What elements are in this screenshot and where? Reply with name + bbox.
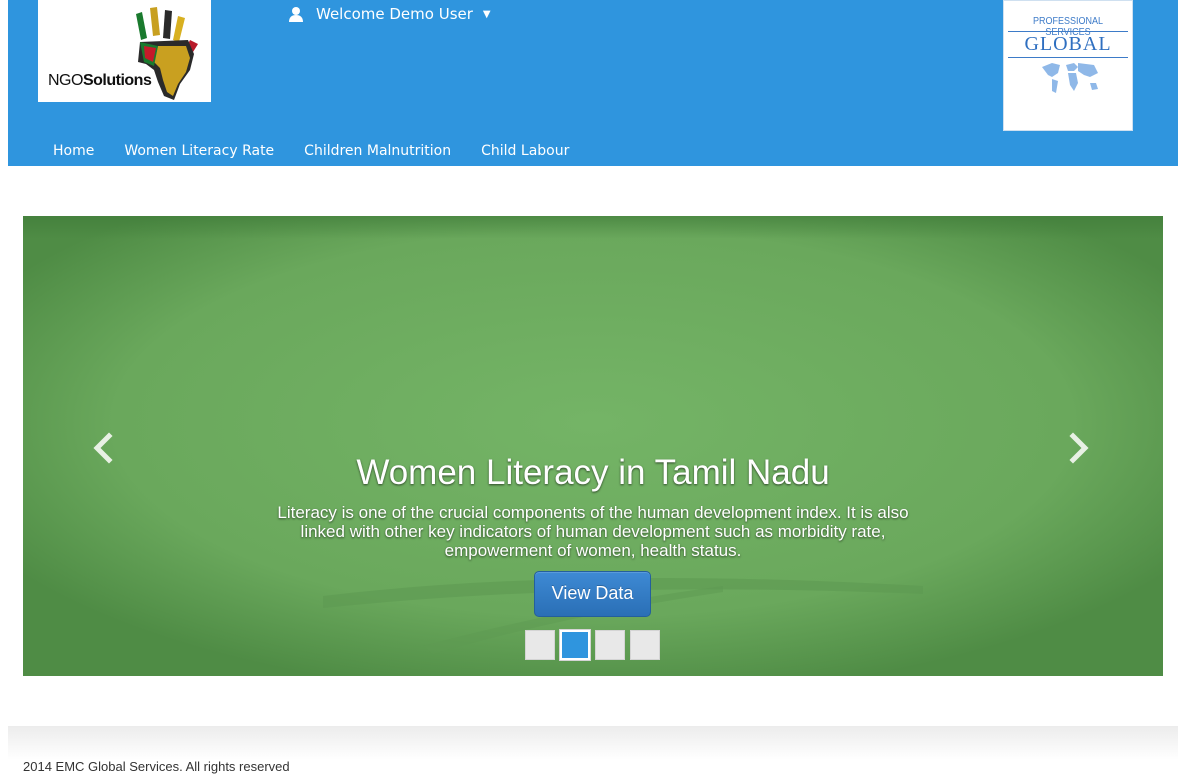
ngo-solutions-logo[interactable]: NGOSolutions bbox=[38, 0, 211, 102]
copyright-text: 2014 EMC Global Services. All rights res… bbox=[23, 759, 290, 774]
page-footer: 2014 EMC Global Services. All rights res… bbox=[8, 726, 1178, 783]
hero-carousel: Women Literacy in Tamil Nadu Literacy is… bbox=[23, 216, 1163, 676]
nav-item-home[interactable]: Home bbox=[38, 140, 109, 162]
logo-divider bbox=[1008, 57, 1128, 58]
carousel-indicators bbox=[525, 629, 665, 661]
user-icon bbox=[289, 7, 303, 22]
view-data-button[interactable]: View Data bbox=[534, 571, 651, 617]
page-header: NGOSolutions Welcome Demo User ▼ PROFESS… bbox=[8, 0, 1178, 166]
ngo-solutions-wordmark: NGOSolutions bbox=[48, 72, 152, 89]
chevron-left-icon[interactable] bbox=[89, 428, 119, 468]
chevron-right-icon[interactable] bbox=[1063, 428, 1093, 468]
logo-wordmark: GLOBAL bbox=[1024, 33, 1112, 55]
world-map-icon bbox=[1042, 63, 1098, 93]
user-menu-toggle[interactable]: Welcome Demo User ▼ bbox=[288, 4, 491, 24]
chevron-down-icon: ▼ bbox=[482, 8, 491, 20]
nav-item-women-literacy-rate[interactable]: Women Literacy Rate bbox=[109, 140, 289, 162]
carousel-indicator-active[interactable] bbox=[559, 629, 591, 661]
logo-divider bbox=[1008, 31, 1128, 32]
professional-services-global-logo[interactable]: PROFESSIONAL SERVICES GLOBAL bbox=[1003, 0, 1133, 131]
main-nav: Home Women Literacy Rate Children Malnut… bbox=[38, 140, 584, 162]
nav-item-child-labour[interactable]: Child Labour bbox=[466, 140, 584, 162]
slide-title: Women Literacy in Tamil Nadu bbox=[356, 453, 830, 492]
carousel-indicator[interactable] bbox=[525, 630, 555, 660]
welcome-label: Welcome Demo User bbox=[316, 5, 473, 23]
slide-text: Literacy is one of the crucial component… bbox=[277, 503, 909, 560]
carousel-indicator[interactable] bbox=[630, 630, 660, 660]
nav-item-children-malnutrition[interactable]: Children Malnutrition bbox=[289, 140, 466, 162]
carousel-indicator[interactable] bbox=[595, 630, 625, 660]
